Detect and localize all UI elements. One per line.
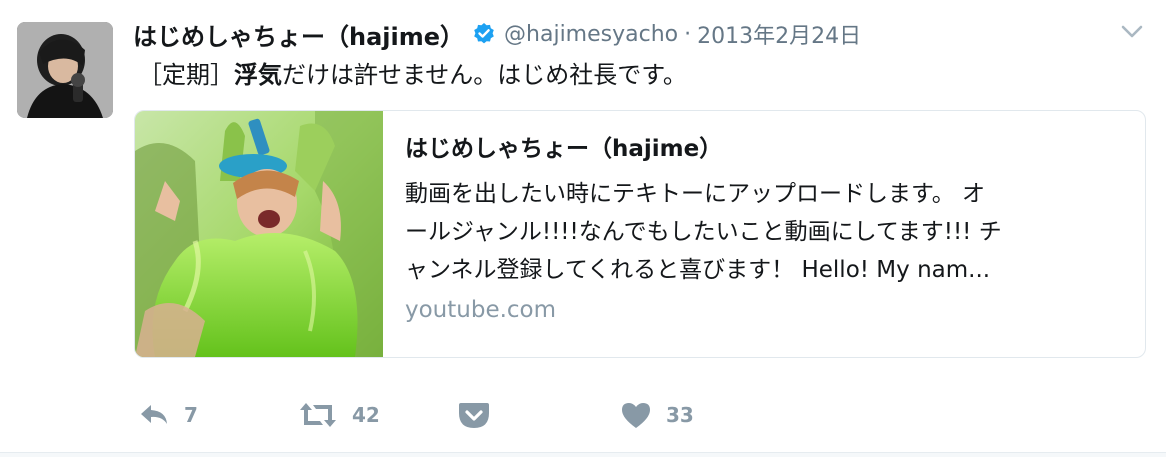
pocket-save-button[interactable] [458, 398, 490, 432]
tweet-text: ［定期］浮気だけは許せません。はじめ社長です。 [138, 58, 687, 92]
reply-button[interactable]: 7 [138, 398, 198, 432]
tweet-divider [0, 452, 1166, 457]
retweet-icon [300, 403, 336, 427]
tweet-timestamp[interactable]: 2013年2月24日 [697, 18, 861, 50]
display-name[interactable]: はじめしゃちょー（hajime） [133, 17, 464, 52]
author-avatar[interactable] [17, 22, 113, 118]
pocket-icon [459, 403, 489, 428]
card-title[interactable]: はじめしゃちょー（hajime） [405, 129, 1125, 169]
retweet-button[interactable]: 42 [298, 398, 380, 432]
retweet-count: 42 [352, 403, 380, 427]
separator-dot: · [684, 21, 692, 47]
card-description: 動画を出したい時にテキトーにアップロードします。 オ ールジャンル!!!!なんで… [405, 175, 1125, 289]
card-thumbnail [135, 111, 383, 357]
like-count: 33 [666, 403, 694, 427]
user-handle[interactable]: @hajimesyacho [504, 22, 678, 47]
avatar-image [17, 22, 113, 118]
card-domain[interactable]: youtube.com [405, 297, 1125, 323]
tweet-text-prefix: ［定期］ [138, 61, 234, 89]
tweet-text-suffix: だけは許せません。はじめ社長です。 [282, 61, 687, 89]
card-description-line: ールジャンル!!!!なんでもしたいこと動画にしてます!!! チ [405, 219, 1002, 245]
verified-badge-icon [472, 22, 496, 46]
reply-count: 7 [184, 403, 198, 427]
link-preview-card[interactable]: はじめしゃちょー（hajime） 動画を出したい時にテキトーにアップロードします… [134, 110, 1146, 358]
tweet-header: はじめしゃちょー（hajime） @hajimesyacho · 2013年2月… [133, 16, 861, 52]
reply-icon [141, 405, 167, 424]
tweet-text-bold: 浮気 [234, 61, 282, 89]
like-button[interactable]: 33 [620, 398, 694, 432]
card-description-line: 動画を出したい時にテキトーにアップロードします。 オ [405, 181, 986, 207]
chevron-down-icon[interactable] [1120, 22, 1144, 42]
card-description-line: ャンネル登録してくれると喜びます！ Hello! My nam... [405, 257, 991, 283]
heart-icon [622, 403, 650, 428]
card-body: はじめしゃちょー（hajime） 動画を出したい時にテキトーにアップロードします… [405, 129, 1125, 323]
